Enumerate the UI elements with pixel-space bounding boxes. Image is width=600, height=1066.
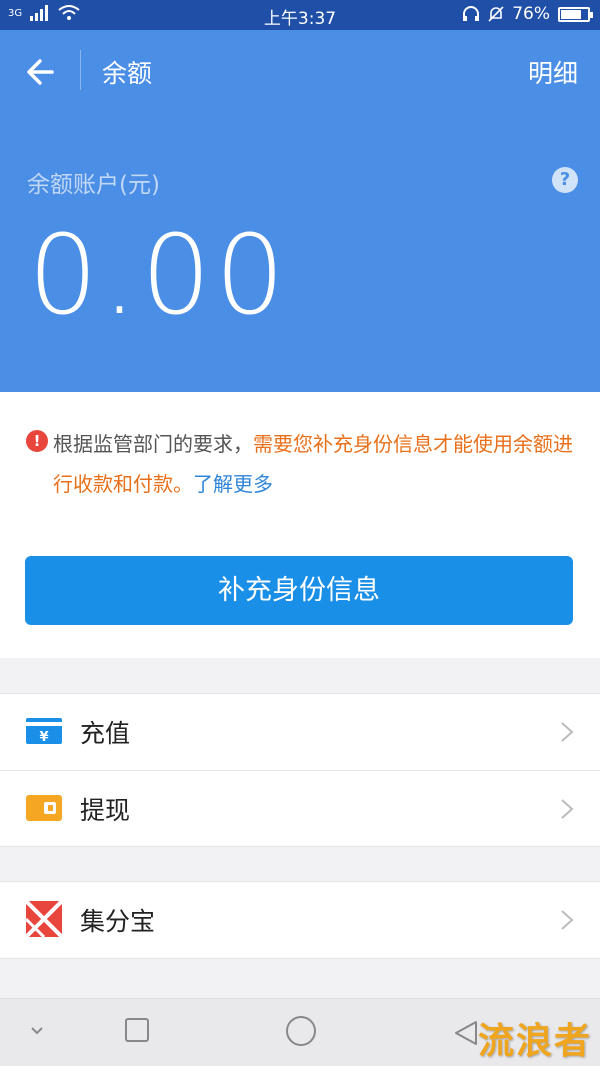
chevron-right-icon xyxy=(561,799,574,819)
account-label: 余额账户(元) xyxy=(27,172,160,198)
chevron-right-icon xyxy=(561,722,574,742)
learn-more-link[interactable]: 了解更多 xyxy=(193,472,273,496)
recent-apps-icon[interactable] xyxy=(124,1017,150,1043)
detail-link[interactable]: 明细 xyxy=(528,54,578,90)
menu-item-withdraw[interactable]: 提现 xyxy=(0,770,600,846)
chevron-down-icon[interactable] xyxy=(30,1026,44,1036)
home-icon[interactable] xyxy=(285,1015,317,1047)
balance-header: 余额 明细 余额账户(元) ? 0.00 xyxy=(0,30,600,392)
supplement-identity-button[interactable]: 补充身份信息 xyxy=(25,556,573,625)
notice-prefix: 根据监管部门的要求， xyxy=(53,432,253,456)
mute-bell-icon xyxy=(488,6,504,22)
alert-icon: ! xyxy=(26,430,48,452)
menu-item-recharge[interactable]: ¥ 充值 xyxy=(0,694,600,770)
svg-text:¥: ¥ xyxy=(39,730,48,745)
battery-icon xyxy=(558,6,593,22)
chevron-right-icon xyxy=(561,910,574,930)
menu-item-label: 提现 xyxy=(80,796,131,825)
jifenbao-icon xyxy=(26,901,62,937)
page-title: 余额 xyxy=(102,59,153,88)
nav-back-icon[interactable] xyxy=(452,1019,480,1047)
menu-item-label: 集分宝 xyxy=(80,907,156,936)
wallet-icon xyxy=(26,795,62,821)
notice-section: ! 根据监管部门的要求，需要您补充身份信息才能使用余额进行收款和付款。了解更多 … xyxy=(0,392,600,658)
recharge-card-icon: ¥ xyxy=(26,718,62,745)
back-arrow-icon[interactable] xyxy=(22,52,62,92)
menu-group-points: 集分宝 xyxy=(0,881,600,959)
notice-text: 根据监管部门的要求，需要您补充身份信息才能使用余额进行收款和付款。了解更多 xyxy=(53,424,578,504)
status-bar: 3G 上午3:37 76% xyxy=(0,0,600,30)
headset-icon xyxy=(463,6,480,21)
header-divider xyxy=(80,50,81,90)
watermark: 流浪者 xyxy=(477,1021,592,1062)
menu-group-funds: ¥ 充值 提现 xyxy=(0,693,600,847)
battery-percent: 76% xyxy=(512,4,550,24)
menu-item-label: 充值 xyxy=(80,719,131,748)
menu-item-jifenbao[interactable]: 集分宝 xyxy=(0,882,600,958)
help-icon[interactable]: ? xyxy=(552,167,578,193)
balance-amount: 0.00 xyxy=(28,211,289,339)
